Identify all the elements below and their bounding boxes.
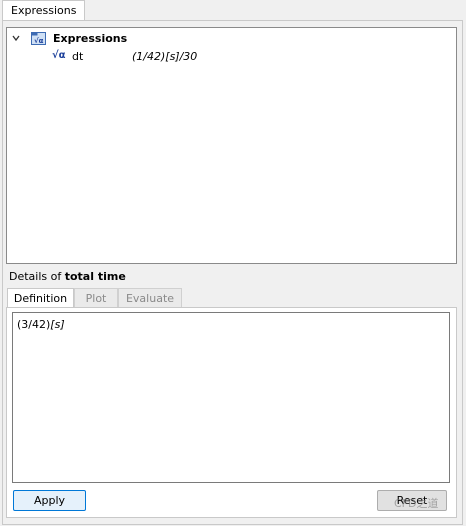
tree-row-dt[interactable]: √α dt (1/42)[s]/30	[7, 48, 456, 65]
details-prefix: Details of	[9, 270, 65, 283]
expression-name: dt	[72, 50, 84, 63]
tree-root-label: Expressions	[53, 32, 128, 45]
definition-unit: [s]	[50, 318, 65, 331]
tab-definition[interactable]: Definition	[7, 288, 74, 308]
chevron-down-icon[interactable]	[12, 34, 20, 42]
tab-plot[interactable]: Plot	[74, 288, 118, 307]
tree-row-expressions-root[interactable]: √α Expressions	[7, 30, 456, 47]
expressions-tree[interactable]: √α Expressions √α dt (1/42)[s]/30	[6, 27, 457, 264]
watermark: CFD之道	[394, 497, 439, 510]
details-subject: total time	[64, 270, 126, 283]
expressions-window: Expressions √α Expressions √α dt (1/42)[…	[0, 0, 466, 526]
sqrt-alpha-icon: √α	[52, 50, 66, 61]
definition-editor[interactable]: (3/42)[s]	[12, 312, 450, 483]
tab-evaluate[interactable]: Evaluate	[118, 288, 182, 307]
details-header: Details of total time	[9, 270, 126, 283]
svg-text:√α: √α	[34, 37, 44, 45]
tab-expressions[interactable]: Expressions	[2, 0, 86, 20]
expression-value: (1/42)[s]/30	[132, 50, 198, 63]
expressions-folder-icon: √α	[31, 32, 46, 45]
definition-expression: (3/42)	[17, 318, 51, 331]
apply-button[interactable]: Apply	[13, 490, 86, 511]
